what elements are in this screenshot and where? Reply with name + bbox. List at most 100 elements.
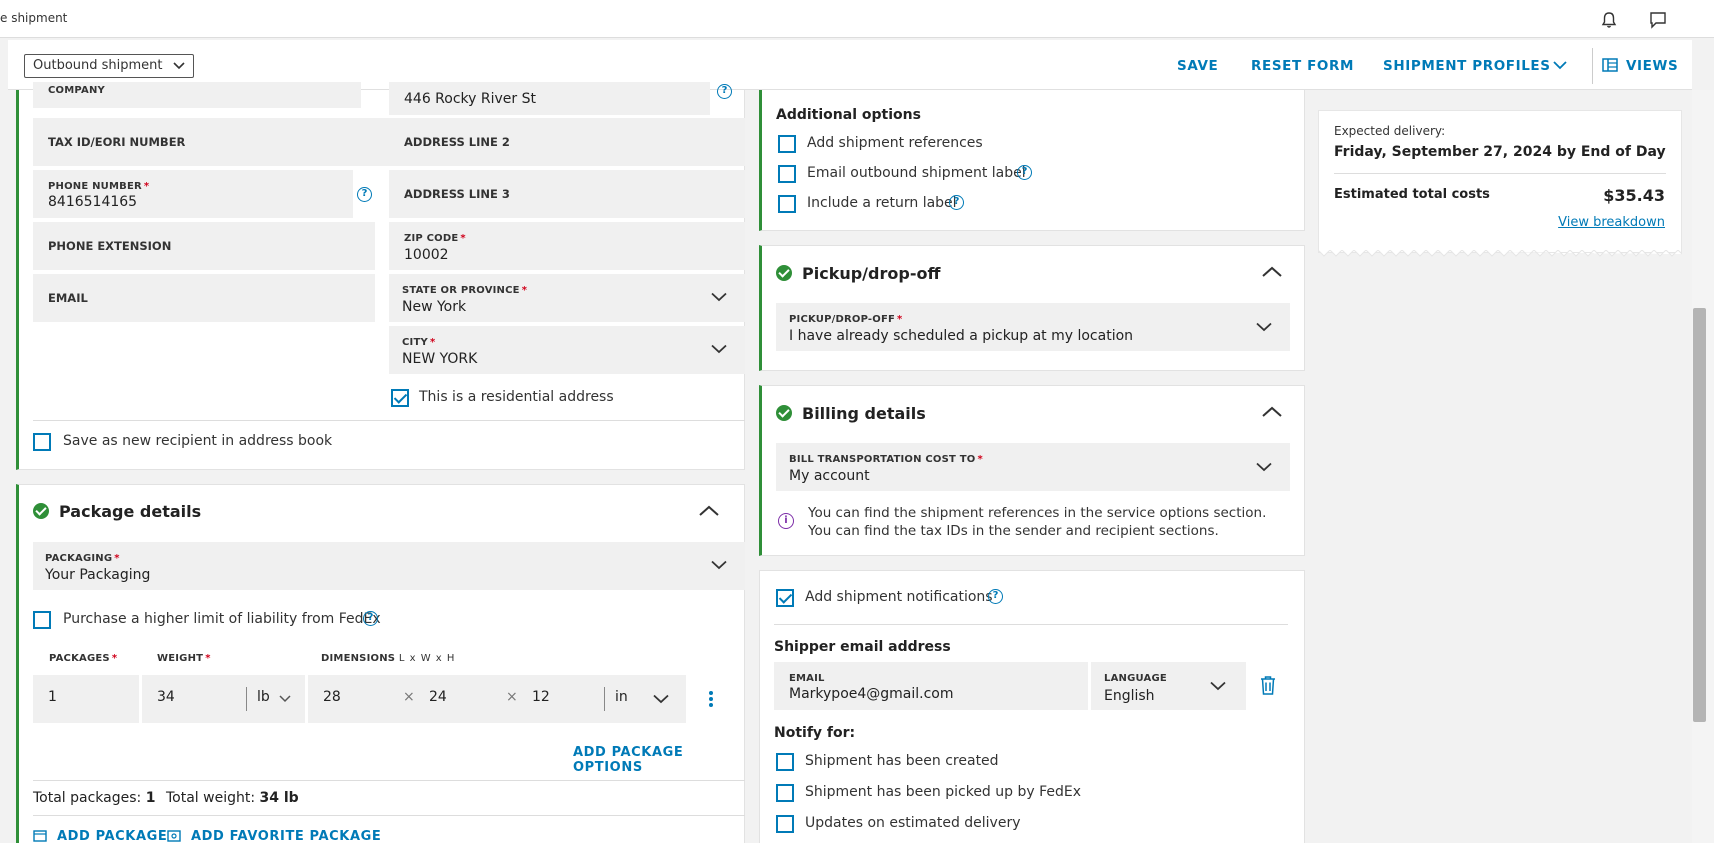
weight-input[interactable]: 34 lb [142,675,305,723]
app-header: e shipment [0,0,1714,38]
chevron-down-icon [711,344,727,354]
email-label-label: Email outbound shipment label [807,165,1026,181]
liability-label: Purchase a higher limit of liability fro… [63,611,381,627]
chevron-down-icon [172,62,185,70]
billing-info-text: You can find the shipment references in … [808,505,1267,539]
toolbar-divider [1592,48,1593,84]
state-province-value: New York [402,299,467,315]
residential-checkbox[interactable] [391,389,409,407]
bill-to-label: BILL TRANSPORTATION COST TO * [789,454,983,465]
phone-help-icon[interactable]: ? [357,187,372,202]
dimension-length[interactable]: 28 [323,689,341,705]
chevron-up-icon[interactable] [1262,266,1282,278]
billing-card: Billing details BILL TRANSPORTATION COST… [759,385,1305,556]
expected-delivery-value: Friday, September 27, 2024 by End of Day [1334,144,1666,160]
chevron-up-icon[interactable] [699,505,719,517]
pickup-label: PICKUP/DROP-OFF * [789,314,903,325]
email-label-help-icon[interactable]: ? [1017,165,1032,180]
scrollbar-thumb[interactable] [1693,308,1706,722]
packaging-select[interactable]: PACKAGING * Your Packaging [33,542,745,590]
liability-help-icon[interactable]: ? [363,611,378,626]
bell-icon[interactable] [1598,9,1620,31]
divider [1334,173,1666,174]
shipment-type-value: Outbound shipment [33,58,163,73]
view-breakdown-link[interactable]: View breakdown [1558,215,1665,230]
success-check-icon [776,265,792,281]
chevron-up-icon[interactable] [1262,406,1282,418]
shipment-type-select[interactable]: Outbound shipment [24,54,194,78]
weight-unit[interactable]: lb [257,689,270,705]
divider [774,624,1288,625]
expected-delivery-label: Expected delivery: [1334,124,1446,138]
receipt-edge [1318,250,1682,257]
zip-code-value: 10002 [404,247,449,263]
company-field[interactable]: COMPANY [33,82,361,108]
trash-icon[interactable] [1260,675,1276,695]
return-label-checkbox[interactable] [778,195,796,213]
notifications-help-icon[interactable]: ? [988,589,1003,604]
tax-id-field[interactable]: TAX ID/EORI NUMBER [33,118,389,166]
add-package-options-button[interactable]: ADD PACKAGE OPTIONS [573,745,744,775]
chat-icon[interactable] [1647,9,1669,31]
estimated-delivery-checkbox[interactable] [776,815,794,833]
dimension-width[interactable]: 24 [429,689,447,705]
pickup-select[interactable]: PICKUP/DROP-OFF * I have already schedule… [776,303,1290,351]
add-favorite-package-button[interactable]: ADD FAVORITE PACKAGE [191,829,381,843]
pickup-title: Pickup/drop-off [802,264,941,283]
city-label: CITY * [402,337,436,348]
shipment-notifications-checkbox[interactable] [776,589,794,607]
reset-form-button[interactable]: RESET FORM [1251,58,1354,74]
created-checkbox[interactable] [776,753,794,771]
phone-extension-label: PHONE EXTENSION [48,239,172,253]
dimensions-input[interactable]: 28 × 24 × 12 in [308,675,686,723]
address-line2-field[interactable]: ADDRESS LINE 2 [389,118,745,166]
bill-to-select[interactable]: BILL TRANSPORTATION COST TO * My account [776,443,1290,491]
dimension-height[interactable]: 12 [532,689,550,705]
packages-count-input[interactable]: 1 [33,675,139,723]
zip-code-field[interactable]: ZIP CODE * 10002 [389,222,745,270]
shipment-references-checkbox[interactable] [778,135,796,153]
email-field[interactable]: EMAIL [33,274,375,322]
city-select[interactable]: CITY * NEW YORK [389,326,745,374]
shipper-email-input[interactable]: EMAIL Markypoe4@gmail.com [774,662,1088,710]
dimensions-label: DIMENSIONS L x W x H [321,653,456,664]
times-sign: × [506,689,518,705]
total-packages: Total packages: 1 [33,790,156,806]
favorite-package-icon [167,830,181,842]
address-line3-label: ADDRESS LINE 3 [404,187,510,201]
return-label-help-icon[interactable]: ? [949,195,964,210]
address-help-icon[interactable]: ? [717,84,732,99]
phone-extension-field[interactable]: PHONE EXTENSION [33,222,375,270]
address-line2-label: ADDRESS LINE 2 [404,135,510,149]
shipper-email-title: Shipper email address [774,639,951,655]
save-recipient-checkbox[interactable] [33,433,51,451]
separator [604,687,605,711]
phone-number-value: 8416514165 [48,194,138,210]
packaging-value: Your Packaging [45,567,151,583]
add-package-button[interactable]: ADD PACKAGE [57,829,167,843]
shipment-references-label: Add shipment references [807,135,983,151]
state-province-select[interactable]: STATE OR PROVINCE * New York [389,274,745,322]
dimension-unit[interactable]: in [615,689,628,705]
address-line1-field[interactable]: 446 Rocky River St [389,82,710,115]
created-label: Shipment has been created [805,753,999,769]
package-details-title: Package details [59,502,202,521]
phone-number-field[interactable]: PHONE NUMBER * 8416514165 [33,170,353,218]
liability-checkbox[interactable] [33,611,51,629]
info-icon: i [778,513,794,529]
chevron-down-icon [1553,61,1567,70]
separator [246,687,247,711]
address-line3-field[interactable]: ADDRESS LINE 3 [389,170,745,218]
views-button[interactable]: VIEWS [1626,58,1678,74]
picked-up-checkbox[interactable] [776,784,794,802]
more-options-icon[interactable] [708,690,714,708]
email-label-checkbox[interactable] [778,165,796,183]
shipment-profiles-button[interactable]: SHIPMENT PROFILES [1383,58,1551,74]
language-select[interactable]: LANGUAGE English [1091,662,1246,710]
pickup-value: I have already scheduled a pickup at my … [789,328,1134,344]
zip-code-label: ZIP CODE * [404,233,466,244]
address-line1-value: 446 Rocky River St [404,91,536,107]
notifications-card: Add shipment notifications ? Shipper ema… [759,570,1305,843]
save-button[interactable]: SAVE [1177,58,1218,74]
bill-to-value: My account [789,468,870,484]
